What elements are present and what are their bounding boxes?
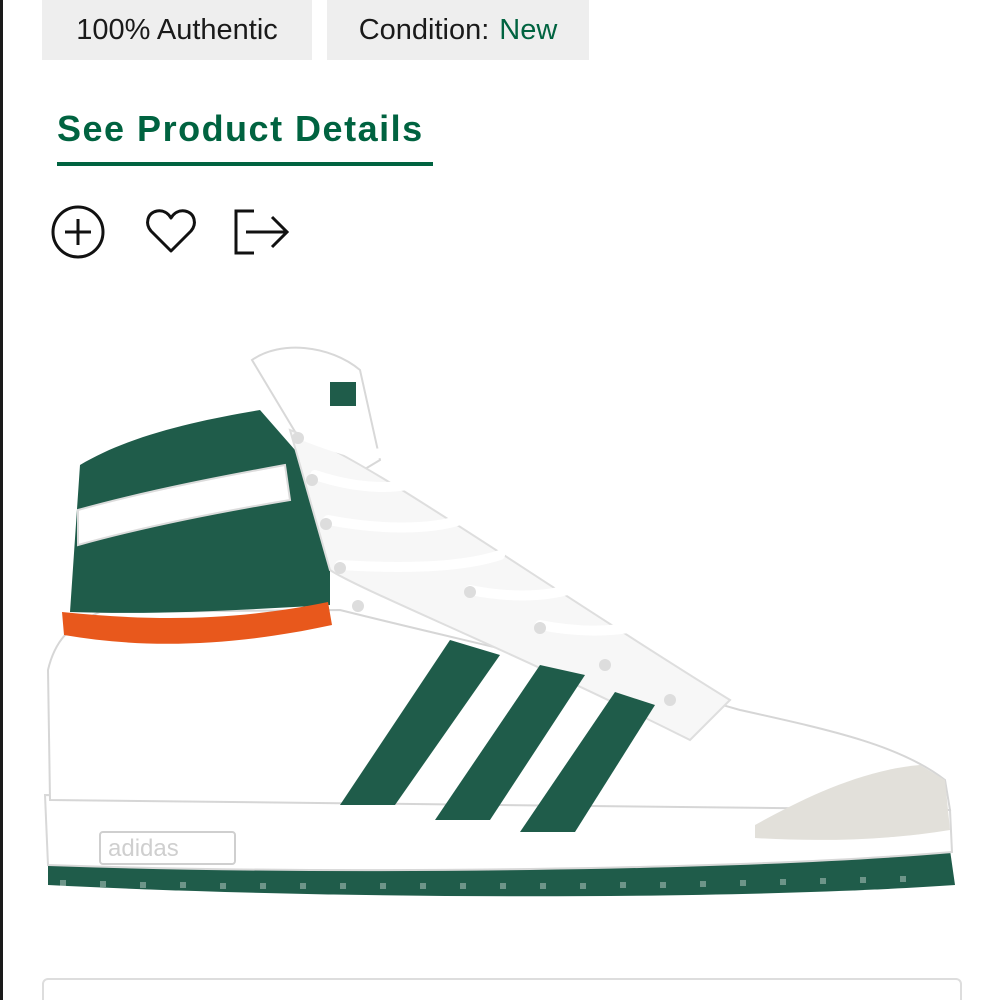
plus-circle-icon [51,205,105,259]
see-product-details-link[interactable]: See Product Details [57,108,433,166]
details-link-underline [57,162,433,166]
product-image: adidas [43,346,955,897]
condition-label: Condition: [358,13,490,46]
share-button[interactable] [232,203,290,261]
bottom-card [42,978,962,1000]
condition-badge: Condition: New [327,0,589,60]
brand-mark-logo: adidas [108,835,179,862]
heart-icon [146,209,196,253]
authentic-badge-label: 100% Authentic [76,13,278,46]
product-page: 100% Authentic Condition: New See Produc… [0,0,1000,1000]
condition-value: New [499,13,558,46]
add-to-portfolio-button[interactable] [49,203,107,261]
share-icon [234,209,290,255]
favorite-button[interactable] [142,203,200,261]
authentic-badge: 100% Authentic [42,0,312,60]
left-border [0,0,3,1000]
